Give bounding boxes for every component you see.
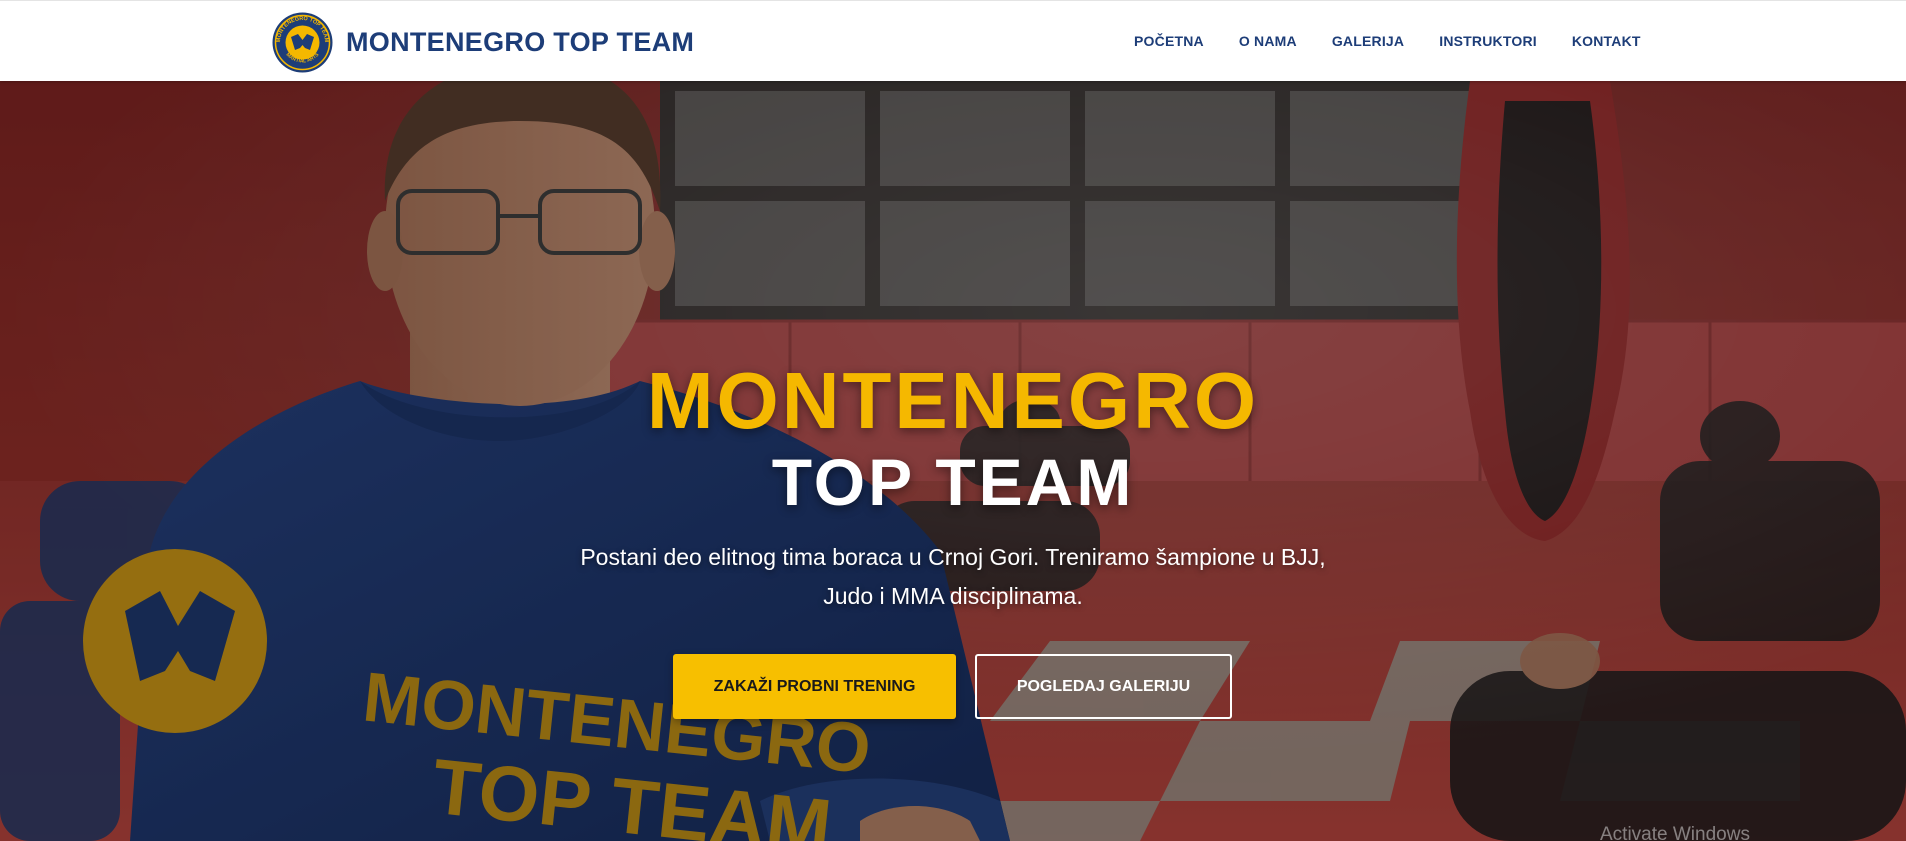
nav-link-kontakt[interactable]: KONTAKT [1572, 33, 1641, 49]
hero-title-line2: TOP TEAM [771, 445, 1135, 519]
windows-activation-watermark: Activate Windows [1600, 824, 1750, 841]
view-gallery-button[interactable]: POGLEDAJ GALERIJU [975, 654, 1232, 719]
nav-link-galerija[interactable]: GALERIJA [1332, 33, 1404, 49]
hero-title-line1: MONTENEGRO [646, 356, 1260, 445]
brand-name[interactable]: MONTENEGRO TOP TEAM [346, 27, 694, 58]
nav-link-instruktori[interactable]: INSTRUKTORI [1439, 33, 1537, 49]
hero-content: MONTENEGRO TOP TEAM Postani deo elitnog … [0, 81, 1906, 841]
hero-section: MONTENEGRO TOP TEAM MONTENEGRO TOP TEAM … [0, 81, 1906, 841]
hero-subtitle: Postani deo elitnog tima boraca u Crnoj … [580, 544, 1326, 609]
site-header: MONTENEGRO TOP TEAM MARTIAL ARTS MONTENE… [0, 0, 1906, 81]
nav-link-pocetna[interactable]: POČETNA [1134, 33, 1204, 49]
brand[interactable]: MONTENEGRO TOP TEAM MARTIAL ARTS MONTENE… [272, 12, 694, 73]
team-logo-icon[interactable]: MONTENEGRO TOP TEAM MARTIAL ARTS [272, 12, 333, 73]
nav-link-o-nama[interactable]: O NAMA [1239, 33, 1297, 49]
book-trial-button[interactable]: ZAKAŽI PROBNI TRENING [673, 654, 956, 719]
main-nav: POČETNA O NAMA GALERIJA INSTRUKTORI KONT… [1134, 33, 1641, 49]
